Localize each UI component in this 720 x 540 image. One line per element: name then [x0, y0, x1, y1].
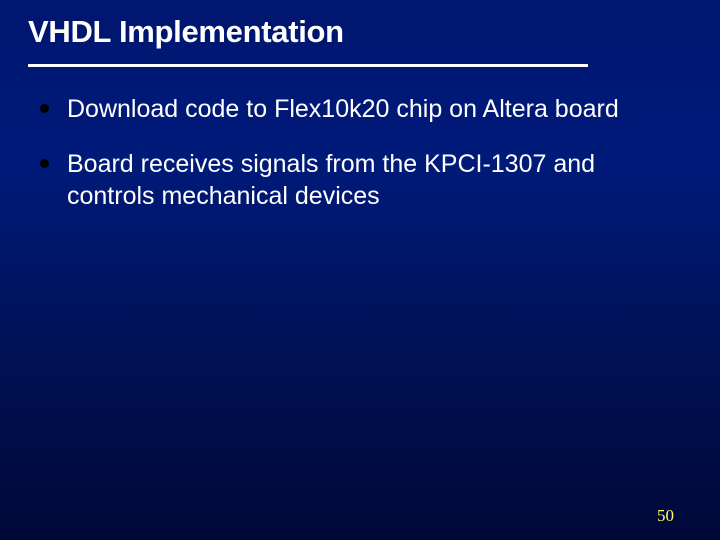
slide-content: Download code to Flex10k20 chip on Alter…: [0, 67, 720, 213]
bullet-dot-icon: [40, 104, 49, 113]
bullet-item: Download code to Flex10k20 chip on Alter…: [40, 93, 680, 126]
bullet-item: Board receives signals from the KPCI-130…: [40, 148, 680, 213]
slide-title: VHDL Implementation: [28, 14, 692, 50]
page-number: 50: [657, 506, 674, 526]
title-area: VHDL Implementation: [0, 0, 720, 58]
bullet-text: Download code to Flex10k20 chip on Alter…: [67, 93, 619, 126]
bullet-dot-icon: [40, 159, 49, 168]
bullet-text: Board receives signals from the KPCI-130…: [67, 148, 627, 213]
